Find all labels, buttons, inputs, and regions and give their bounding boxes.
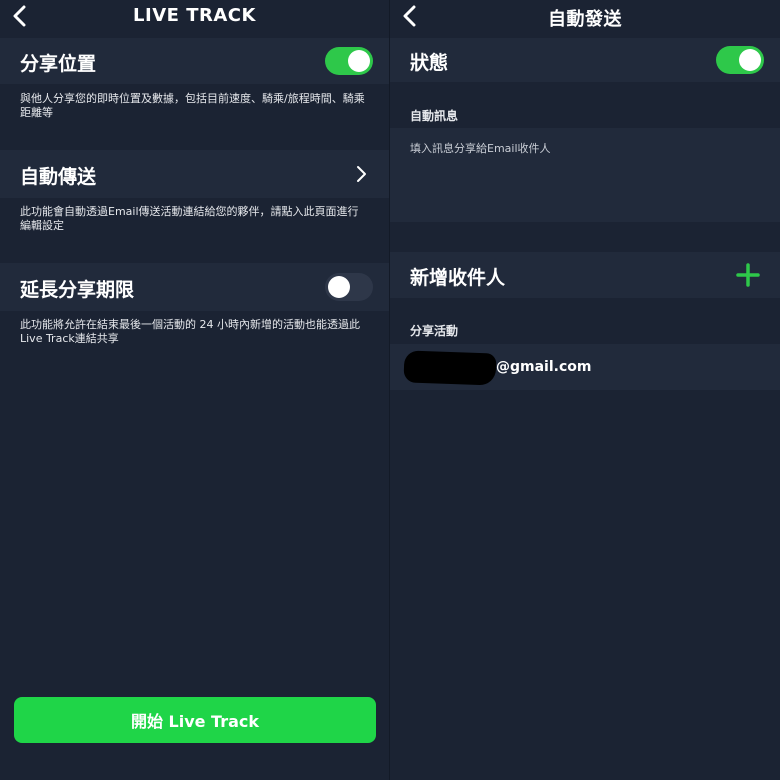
extend-sharing-row: 延長分享期限 [0,263,389,311]
share-location-toggle[interactable] [325,47,373,75]
status-label: 狀態 [410,52,449,74]
plus-icon [736,263,760,287]
auto-message-section-label: 自動訊息 [410,109,459,123]
auto-send-row[interactable]: 自動傳送 [0,150,389,198]
chevron-right-icon [355,165,367,183]
share-location-row: 分享位置 [0,38,389,84]
share-activity-section-label: 分享活動 [410,324,459,338]
status-toggle[interactable] [716,46,764,74]
auto-message-input[interactable]: 填入訊息分享給Email收件人 [390,128,780,222]
recipient-email: @gmail.com [496,359,592,375]
page-title: 自動發送 [548,9,622,30]
auto-message-placeholder: 填入訊息分享給Email收件人 [410,142,551,155]
status-row: 狀態 [390,38,780,82]
live-track-header: LIVE TRACK [0,0,389,32]
auto-send-label: 自動傳送 [20,166,97,188]
start-live-track-button[interactable]: 開始 Live Track [14,697,376,743]
redacted-email-prefix [403,350,497,386]
toggle-knob [739,49,761,71]
add-recipient-button[interactable] [736,263,760,287]
toggle-knob [328,276,350,298]
toggle-knob [348,50,370,72]
add-recipient-row: 新增收件人 [390,252,780,298]
extend-sharing-toggle[interactable] [325,273,373,301]
share-location-label: 分享位置 [20,53,97,75]
page-title: LIVE TRACK [133,5,256,26]
auto-send-description: 此功能會自動透過Email傳送活動連結給您的夥伴，請點入此頁面進行編輯設定 [20,205,359,232]
auto-send-header: 自動發送 [390,0,780,32]
recipient-row[interactable]: @gmail.com [390,344,780,390]
share-location-description: 與他人分享您的即時位置及數據，包括目前速度、騎乘/旅程時間、騎乘距離等 [20,92,365,119]
live-track-panel: LIVE TRACK 分享位置 與他人分享您的即時位置及數據，包括目前速度、騎乘… [0,0,389,780]
extend-sharing-description: 此功能將允許在結束最後一個活動的 24 小時內新增的活動也能透過此Live Tr… [20,318,360,345]
auto-send-panel: 自動發送 狀態 自動訊息 填入訊息分享給Email收件人 新增收件人 分享活動 … [390,0,780,780]
extend-sharing-label: 延長分享期限 [20,279,135,301]
add-recipient-label: 新增收件人 [410,267,506,289]
